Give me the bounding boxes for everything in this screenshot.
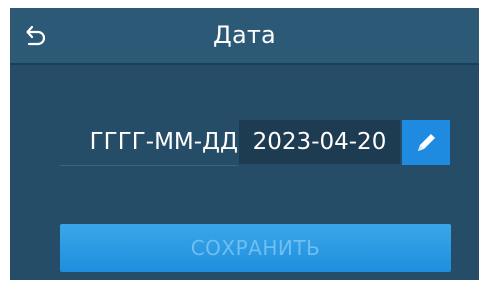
- header-bar: Дата: [10, 8, 479, 63]
- save-button[interactable]: СОХРАНИТЬ: [60, 224, 451, 272]
- date-settings-screen: Дата ГГГГ-ММ-ДД 2023-04-20 СОХРАНИТЬ: [10, 8, 479, 280]
- pencil-icon: [418, 133, 435, 151]
- date-format-label: ГГГГ-ММ-ДД: [89, 129, 238, 155]
- date-value-field[interactable]: 2023-04-20: [239, 120, 400, 164]
- header-divider: [10, 63, 479, 65]
- edit-date-button[interactable]: [402, 120, 450, 165]
- page-title: Дата: [213, 21, 276, 49]
- format-underline: [60, 165, 238, 166]
